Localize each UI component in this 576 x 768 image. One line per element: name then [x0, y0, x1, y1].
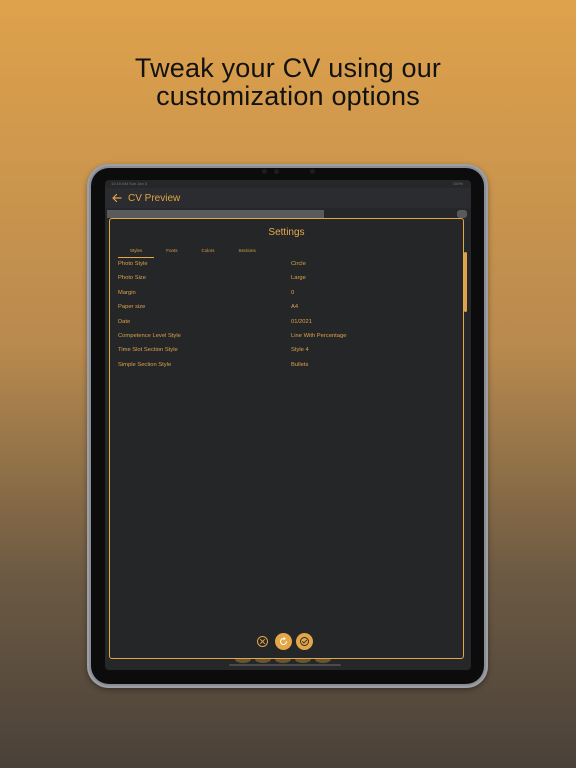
- setting-label: Simple Section Style: [118, 361, 172, 368]
- setting-label: Competence Level Style: [118, 332, 181, 339]
- setting-row-competence-level-style[interactable]: Competence Level Style Line With Percent…: [118, 333, 458, 347]
- setting-value[interactable]: 0: [291, 290, 294, 297]
- setting-value[interactable]: Large: [291, 275, 306, 282]
- setting-label: Paper size: [118, 304, 146, 311]
- tab-fonts[interactable]: Fonts: [154, 247, 189, 257]
- modal-actions: [257, 632, 315, 650]
- tab-styles[interactable]: Styles: [118, 247, 155, 258]
- setting-value[interactable]: Line With Percentage: [291, 333, 346, 340]
- headline-line-2: customization options: [156, 81, 420, 111]
- setting-label: Time Slot Section Style: [118, 347, 178, 354]
- status-time: 10:15 AM Sun Jan 3: [111, 181, 148, 186]
- settings-list: Photo Style Circle Photo Size Large Marg…: [118, 261, 458, 376]
- confirm-button[interactable]: [296, 632, 313, 650]
- headline: Tweak your CV using our customization op…: [0, 54, 576, 110]
- setting-row-paper-size[interactable]: Paper size A4: [118, 304, 458, 318]
- reset-button[interactable]: [275, 632, 292, 650]
- setting-value[interactable]: Style 4: [291, 347, 309, 354]
- setting-label: Photo Style: [118, 261, 148, 267]
- nav-title: CV Preview: [128, 192, 181, 204]
- setting-label: Margin: [118, 289, 136, 296]
- scrollbar[interactable]: [464, 252, 467, 312]
- tab-sections[interactable]: Sections: [227, 247, 268, 257]
- navbar: CV Preview: [105, 188, 471, 208]
- close-icon: [260, 638, 265, 644]
- setting-row-photo-size[interactable]: Photo Size Large: [118, 275, 458, 289]
- setting-value[interactable]: Bullets: [291, 362, 308, 369]
- modal-title: Settings: [268, 227, 305, 238]
- setting-value[interactable]: 01/2021: [291, 319, 312, 326]
- setting-value[interactable]: Circle: [291, 261, 306, 268]
- settings-modal: Settings Styles Fonts Colors Sections Ph…: [109, 218, 464, 659]
- preview-handle: [457, 210, 467, 218]
- home-indicator[interactable]: [229, 664, 341, 666]
- preview-strip: [107, 210, 324, 218]
- camera-dot: [274, 169, 279, 174]
- setting-row-date[interactable]: Date 01/2021: [118, 319, 458, 333]
- check-icon: [300, 636, 309, 646]
- headline-line-1: Tweak your CV using our: [134, 53, 442, 83]
- close-button[interactable]: [257, 635, 268, 647]
- arrow-left-icon[interactable]: [111, 192, 123, 204]
- status-battery: 100%: [452, 181, 463, 186]
- status-bar: 10:15 AM Sun Jan 3 100%: [105, 180, 471, 188]
- camera-dot: [310, 169, 315, 174]
- settings-tabs: Styles Fonts Colors Sections: [118, 247, 268, 259]
- setting-label: Photo Size: [118, 275, 147, 282]
- setting-row-simple-section-style[interactable]: Simple Section Style Bullets: [118, 362, 458, 376]
- camera-dot: [262, 169, 267, 174]
- setting-row-photo-style[interactable]: Photo Style Circle: [118, 261, 458, 275]
- setting-row-margin[interactable]: Margin 0: [118, 290, 458, 304]
- setting-row-time-slot-section-style[interactable]: Time Slot Section Style Style 4: [118, 347, 458, 361]
- setting-label: Date: [118, 318, 131, 325]
- setting-value[interactable]: A4: [291, 304, 298, 311]
- tab-colors[interactable]: Colors: [190, 247, 227, 257]
- refresh-icon: [280, 636, 287, 645]
